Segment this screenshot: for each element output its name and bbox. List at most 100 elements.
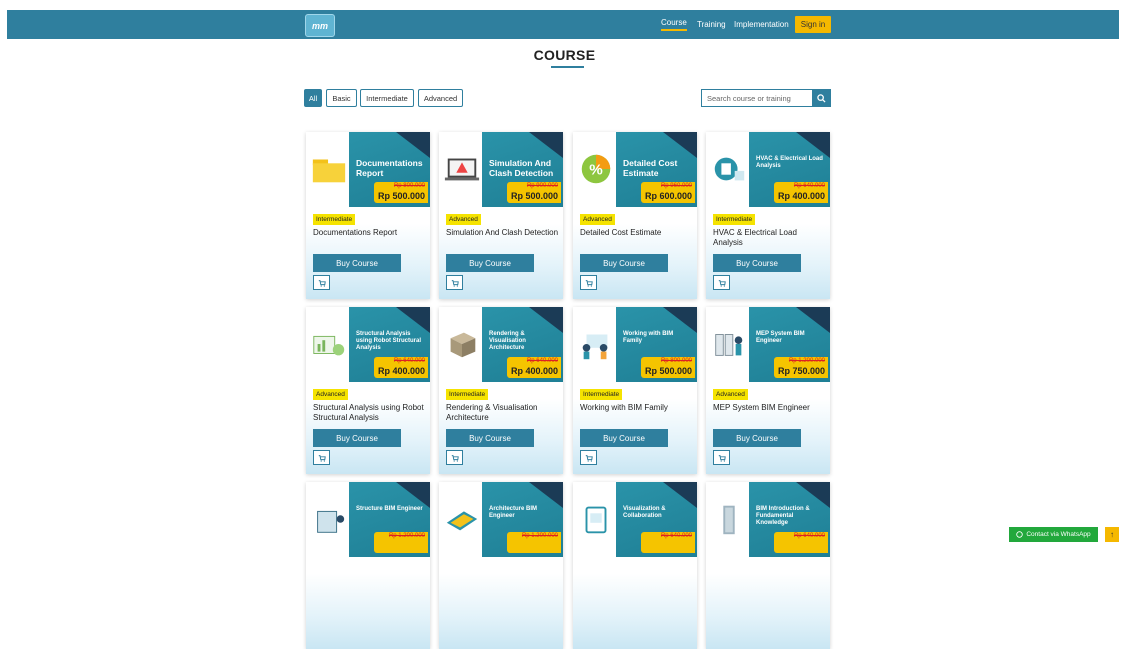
tower-icon xyxy=(710,500,748,538)
course-card[interactable]: Working with BIM Family Rp 800.000 Rp 500.… xyxy=(573,307,697,474)
course-card[interactable]: MEP System BIM Engineer Rp 1.200.000 Rp 75… xyxy=(706,307,830,474)
course-banner: BIM Introduction & Fundamental Knowledge… xyxy=(706,482,830,557)
level-badge: Intermediate xyxy=(580,389,623,400)
banner-corner-decoration xyxy=(396,307,430,333)
course-name[interactable]: MEP System BIM Engineer xyxy=(713,403,827,413)
cart-icon xyxy=(451,279,459,287)
banner-corner-decoration xyxy=(796,132,830,158)
svg-text:%: % xyxy=(589,162,603,179)
original-price: Rp 640.000 xyxy=(526,358,558,364)
banner-title: Structure BIM Engineer xyxy=(356,506,423,512)
original-price: Rp 640.000 xyxy=(393,358,425,364)
engineer-icon xyxy=(710,325,748,363)
price-tag: Rp 1.200.000 xyxy=(507,532,561,553)
course-card[interactable]: Rendering & Visualisation Architecture Rp… xyxy=(439,307,563,474)
course-banner: Working with BIM Family Rp 800.000 Rp 500.… xyxy=(573,307,697,382)
course-card[interactable]: % Detailed Cost Estimate Rp 960.000 Rp 600.… xyxy=(573,132,697,299)
price-tag: Rp 960.000 Rp 600.000 xyxy=(641,182,695,203)
nav-training[interactable]: Training xyxy=(697,10,726,39)
add-to-cart-button[interactable] xyxy=(313,450,330,465)
add-to-cart-button[interactable] xyxy=(446,275,463,290)
discount-price: Rp 400.000 xyxy=(777,191,825,201)
buy-course-button[interactable]: Buy Course xyxy=(580,254,668,272)
buy-course-button[interactable]: Buy Course xyxy=(713,429,801,447)
level-badge: Intermediate xyxy=(446,389,489,400)
course-card[interactable]: Architecture BIM Engineer Rp 1.200.000 xyxy=(439,482,563,649)
percent-icon: % xyxy=(577,150,615,188)
nav-implementation-link[interactable]: Implementation xyxy=(734,20,789,29)
course-card[interactable]: Documentations Report Rp 800.000 Rp 500.00… xyxy=(306,132,430,299)
cart-icon xyxy=(318,279,326,287)
course-name[interactable]: Detailed Cost Estimate xyxy=(580,228,694,238)
nav-implementation[interactable]: Implementation xyxy=(734,10,789,39)
price-tag: Rp 1.200.000 Rp 750.000 xyxy=(774,357,828,378)
signin-button[interactable]: Sign in xyxy=(795,16,831,33)
buy-course-button[interactable]: Buy Course xyxy=(713,254,801,272)
banner-corner-decoration xyxy=(796,307,830,333)
course-name[interactable]: Simulation And Clash Detection xyxy=(446,228,560,238)
course-card[interactable]: Simulation And Clash Detection Rp 900.000… xyxy=(439,132,563,299)
course-banner: Structure BIM Engineer Rp 1.200.000 xyxy=(306,482,430,557)
add-to-cart-button[interactable] xyxy=(713,450,730,465)
add-to-cart-button[interactable] xyxy=(446,450,463,465)
nav-course-link[interactable]: Course xyxy=(661,18,687,31)
discount-price: Rp 500.000 xyxy=(377,191,425,201)
add-to-cart-button[interactable] xyxy=(313,275,330,290)
discount-price: Rp 500.000 xyxy=(510,191,558,201)
page-title: COURSE xyxy=(533,47,596,63)
brand-logo[interactable]: mm xyxy=(305,14,335,37)
add-to-cart-button[interactable] xyxy=(713,275,730,290)
banner-corner-decoration xyxy=(663,482,697,508)
course-name[interactable]: Rendering & Visualisation Architecture xyxy=(446,403,560,423)
add-to-cart-button[interactable] xyxy=(580,275,597,290)
course-banner: Structural Analysis using Robot Structur… xyxy=(306,307,430,382)
whatsapp-contact-button[interactable]: Contact via WhatsApp xyxy=(1009,527,1098,542)
level-badge: Advanced xyxy=(713,389,748,400)
course-name[interactable]: Working with BIM Family xyxy=(580,403,694,413)
filter-basic-button[interactable]: Basic xyxy=(326,89,357,107)
blueprint-icon xyxy=(443,500,481,538)
course-name[interactable]: HVAC & Electrical Load Analysis xyxy=(713,228,827,248)
scroll-top-button[interactable]: ↑ xyxy=(1105,527,1119,542)
original-price: Rp 640.000 xyxy=(793,183,825,189)
hvac-icon xyxy=(710,150,748,188)
add-to-cart-button[interactable] xyxy=(580,450,597,465)
cart-icon xyxy=(318,454,326,462)
search-button[interactable] xyxy=(812,89,831,107)
filter-advanced-button[interactable]: Advanced xyxy=(418,89,463,107)
price-tag: Rp 800.000 Rp 500.000 xyxy=(374,182,428,203)
buy-course-button[interactable]: Buy Course xyxy=(446,254,534,272)
course-name[interactable]: Structural Analysis using Robot Structur… xyxy=(313,403,427,423)
banner-title: Structural Analysis using Robot Structur… xyxy=(356,331,421,351)
level-badge: Advanced xyxy=(446,214,481,225)
course-banner: Architecture BIM Engineer Rp 1.200.000 xyxy=(439,482,563,557)
course-card[interactable]: HVAC & Electrical Load Analysis Rp 640.00… xyxy=(706,132,830,299)
structural-chart-icon xyxy=(310,325,348,363)
banner-corner-decoration xyxy=(663,132,697,158)
buy-course-button[interactable]: Buy Course xyxy=(313,254,401,272)
cart-icon xyxy=(718,454,726,462)
discount-price: Rp 400.000 xyxy=(510,366,558,376)
filter-all-button[interactable]: All xyxy=(304,89,322,107)
level-badge: Intermediate xyxy=(713,214,756,225)
cart-icon xyxy=(718,279,726,287)
course-card[interactable]: Visualization & Collaboration Rp 640.000 xyxy=(573,482,697,649)
price-tag: Rp 800.000 Rp 500.000 xyxy=(641,357,695,378)
course-banner: Simulation And Clash Detection Rp 900.000… xyxy=(439,132,563,207)
buy-course-button[interactable]: Buy Course xyxy=(313,429,401,447)
banner-corner-decoration xyxy=(529,132,563,158)
nav-training-link[interactable]: Training xyxy=(697,20,726,29)
course-card[interactable]: Structure BIM Engineer Rp 1.200.000 xyxy=(306,482,430,649)
course-card[interactable]: BIM Introduction & Fundamental Knowledge… xyxy=(706,482,830,649)
folder-icon xyxy=(310,150,348,188)
structure-engineer-icon xyxy=(310,500,348,538)
banner-title: Working with BIM Family xyxy=(623,331,674,344)
original-price: Rp 1.200.000 xyxy=(521,533,558,539)
buy-course-button[interactable]: Buy Course xyxy=(580,429,668,447)
course-name[interactable]: Documentations Report xyxy=(313,228,427,238)
nav-course[interactable]: Course xyxy=(661,10,687,39)
course-card[interactable]: Structural Analysis using Robot Structur… xyxy=(306,307,430,474)
buy-course-button[interactable]: Buy Course xyxy=(446,429,534,447)
filter-intermediate-button[interactable]: Intermediate xyxy=(360,89,414,107)
search-input[interactable] xyxy=(701,89,813,107)
